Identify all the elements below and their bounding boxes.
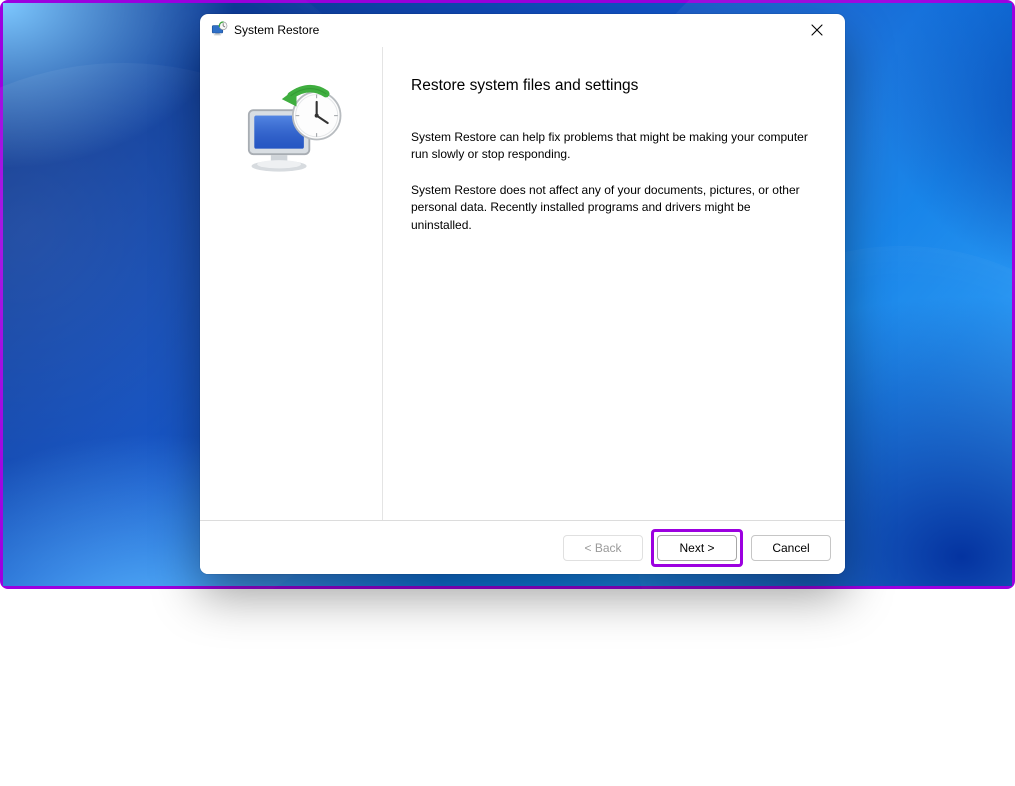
titlebar: System Restore (200, 14, 845, 46)
highlight-outline: Next > (651, 529, 743, 567)
intro-paragraph-2: System Restore does not affect any of yo… (411, 182, 811, 234)
system-restore-dialog: System Restore (200, 14, 845, 574)
page-heading: Restore system files and settings (411, 77, 817, 95)
next-button[interactable]: Next > (657, 535, 737, 561)
window-title: System Restore (234, 23, 319, 37)
wizard-sidebar (200, 47, 383, 520)
wizard-content: Restore system files and settings System… (383, 47, 845, 520)
wizard-footer: < Back Next > Cancel (200, 520, 845, 574)
cancel-button[interactable]: Cancel (751, 535, 831, 561)
dialog-body: Restore system files and settings System… (200, 46, 845, 520)
close-icon (811, 24, 823, 36)
system-restore-app-icon (210, 21, 228, 39)
system-restore-graphic-icon (226, 79, 356, 189)
intro-paragraph-1: System Restore can help fix problems tha… (411, 129, 811, 164)
close-button[interactable] (795, 15, 839, 45)
back-button: < Back (563, 535, 643, 561)
